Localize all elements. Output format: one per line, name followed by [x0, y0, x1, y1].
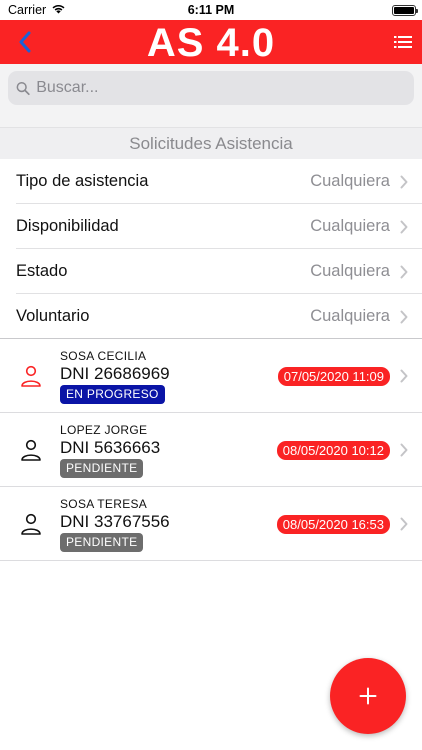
request-list: SOSA CECILIA DNI 26686969 EN PROGRESO 07… [0, 339, 422, 561]
search-box[interactable] [8, 71, 414, 105]
request-info: SOSA TERESA DNI 33767556 PENDIENTE [60, 497, 277, 552]
filter-label: Disponibilidad [16, 217, 119, 235]
request-item[interactable]: SOSA TERESA DNI 33767556 PENDIENTE 08/05… [0, 487, 422, 561]
person-icon [18, 437, 44, 463]
chevron-right-icon [400, 265, 408, 278]
filter-value: Cualquiera [310, 307, 390, 325]
search-bar [0, 64, 422, 113]
nav-bar: AS 4.0 [0, 20, 422, 65]
date-badge: 08/05/2020 10:12 [276, 440, 390, 460]
filter-tipo-asistencia[interactable]: Tipo de asistencia Cualquiera [0, 159, 422, 204]
request-dni: DNI 33767556 [60, 511, 170, 531]
filter-value: Cualquiera [310, 217, 390, 235]
request-info: SOSA CECILIA DNI 26686969 EN PROGRESO [60, 349, 278, 404]
date-badge: 08/05/2020 16:53 [276, 514, 390, 534]
app-title: AS 4.0 [146, 21, 276, 65]
add-request-button[interactable] [330, 658, 406, 734]
filter-list: Tipo de asistencia Cualquiera Disponibil… [0, 159, 422, 339]
search-input[interactable] [36, 79, 414, 97]
request-dni: DNI 26686969 [60, 363, 170, 383]
status-badge: PENDIENTE [60, 458, 144, 478]
wifi-icon [51, 3, 66, 17]
spacer [0, 113, 422, 127]
request-name: LOPEZ JORGE [60, 422, 148, 437]
status-badge: EN PROGRESO [60, 384, 165, 404]
person-icon [18, 511, 44, 537]
request-dni: DNI 5636663 [60, 437, 161, 457]
filter-voluntario[interactable]: Voluntario Cualquiera [0, 294, 422, 339]
carrier-label: Carrier [8, 3, 47, 17]
filter-value: Cualquiera [310, 172, 390, 190]
status-badge: PENDIENTE [60, 532, 144, 552]
chevron-right-icon [400, 175, 408, 188]
chevron-right-icon [400, 517, 408, 531]
chevron-right-icon [400, 220, 408, 233]
request-item[interactable]: SOSA CECILIA DNI 26686969 EN PROGRESO 07… [0, 339, 422, 413]
chevron-right-icon [400, 310, 408, 323]
battery-icon [392, 4, 418, 16]
person-icon [18, 363, 44, 389]
date-badge: 07/05/2020 11:09 [277, 366, 390, 386]
chevron-right-icon [400, 443, 408, 457]
chevron-right-icon [400, 369, 408, 383]
request-name: SOSA CECILIA [60, 348, 147, 363]
filter-estado[interactable]: Estado Cualquiera [0, 249, 422, 294]
status-bar: Carrier 6:11 PM [0, 0, 422, 20]
filter-value: Cualquiera [310, 262, 390, 280]
status-left: Carrier [8, 3, 66, 17]
search-icon [16, 81, 30, 95]
filter-disponibilidad[interactable]: Disponibilidad Cualquiera [0, 204, 422, 249]
section-header: Solicitudes Asistencia [0, 127, 422, 159]
list-icon [394, 36, 412, 48]
filter-label: Estado [16, 262, 68, 280]
back-button[interactable] [10, 25, 40, 59]
filter-label: Voluntario [16, 307, 90, 325]
list-menu-button[interactable] [382, 25, 412, 59]
plus-icon [359, 687, 377, 705]
request-item[interactable]: LOPEZ JORGE DNI 5636663 PENDIENTE 08/05/… [0, 413, 422, 487]
filter-label: Tipo de asistencia [16, 172, 149, 190]
request-name: SOSA TERESA [60, 496, 148, 511]
request-info: LOPEZ JORGE DNI 5636663 PENDIENTE [60, 423, 277, 478]
chevron-left-icon [19, 31, 31, 53]
